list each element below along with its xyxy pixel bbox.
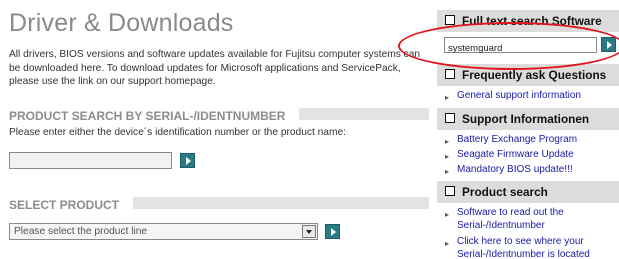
sidebar-link-seagate-firmware[interactable]: ▸ Seagate Firmware Update [445,148,574,161]
select-product-go-button[interactable] [325,224,340,239]
chevron-down-icon[interactable] [302,225,316,238]
product-search-side-header: Product search [437,181,619,203]
product-search-note: Please enter either the device´s identif… [9,127,346,138]
faq-title: Frequently ask Questions [462,68,607,82]
serial-search-go-button[interactable] [180,153,195,168]
checkbox-icon [445,113,455,123]
bullet-arrow-icon: ▸ [445,137,450,146]
full-text-search-go-button[interactable] [601,37,616,52]
serial-number-input-box [9,152,172,171]
checkbox-icon [445,15,455,25]
product-line-select-value: Please select the product line [14,226,148,237]
heading-label-wrap: SELECT PRODUCT [9,196,134,214]
product-search-side-title: Product search [462,185,548,199]
page-title: Driver & Downloads [9,9,234,37]
bullet-arrow-icon: ▸ [445,167,450,176]
select-product-heading-label: SELECT PRODUCT [9,198,128,212]
sidebar-link-read-serial[interactable]: ▸ Software to read out the Serial-/Ident… [445,206,619,232]
sidebar-link-serial-location[interactable]: ▸ Click here to see where your Serial-/I… [445,235,619,259]
bullet-arrow-icon: ▸ [445,210,450,219]
heading-label-wrap: PRODUCT SEARCH BY SERIAL-/IDENTNUMBER [9,107,300,125]
full-text-search-title: Full text search Software [462,14,602,28]
main-content: Driver & Downloads All drivers, BIOS ver… [0,0,432,259]
full-text-search-header: Full text search Software [437,10,619,32]
product-search-heading: PRODUCT SEARCH BY SERIAL-/IDENTNUMBER [9,107,429,125]
full-text-search-box [444,37,597,56]
support-info-header: Support Informationen [437,108,619,130]
product-line-select[interactable]: Please select the product line [9,223,318,240]
faq-header: Frequently ask Questions [437,64,619,86]
support-info-title: Support Informationen [462,112,590,126]
sidebar: Full text search Software Frequently ask… [437,0,619,259]
bullet-arrow-icon: ▸ [445,239,450,248]
bullet-arrow-icon: ▸ [445,93,450,102]
intro-text: All drivers, BIOS versions and software … [9,49,421,87]
sidebar-link-bios-update[interactable]: ▸ Mandatory BIOS update!!! [445,163,573,176]
sidebar-link-battery-exchange[interactable]: ▸ Battery Exchange Program [445,133,577,146]
serial-number-input[interactable] [10,156,171,171]
select-product-heading: SELECT PRODUCT [9,196,429,214]
full-text-search-input[interactable] [445,41,596,56]
product-search-heading-label: PRODUCT SEARCH BY SERIAL-/IDENTNUMBER [9,109,294,123]
checkbox-icon [445,69,455,79]
checkbox-icon [445,186,455,196]
bullet-arrow-icon: ▸ [445,152,450,161]
sidebar-link-general-support[interactable]: ▸ General support information [445,89,581,102]
